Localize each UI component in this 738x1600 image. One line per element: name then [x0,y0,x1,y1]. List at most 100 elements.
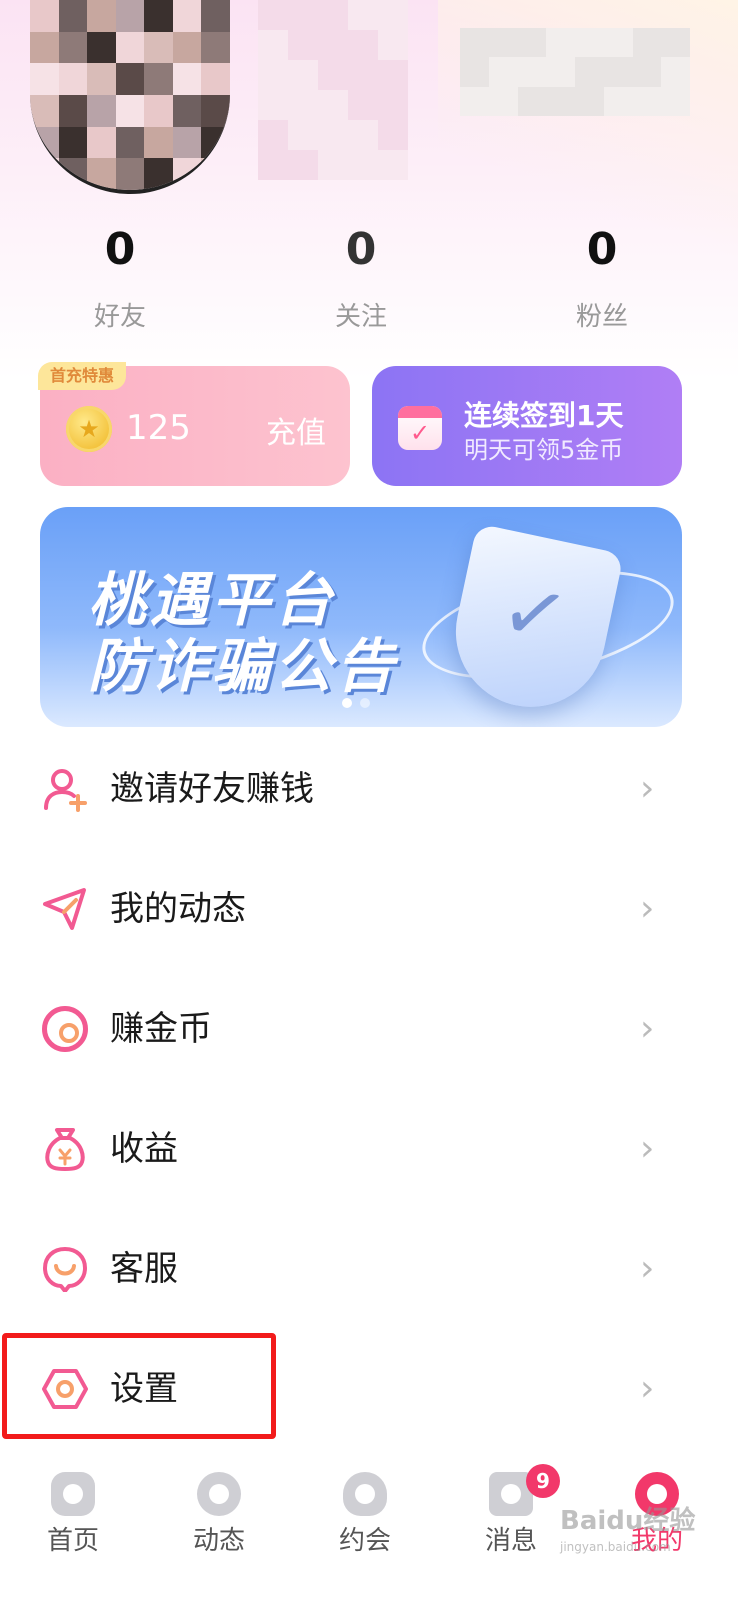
tab-home-label: 首页 [46,1526,99,1556]
pixel-block [488,28,518,58]
recharge-button[interactable]: 充值 [266,408,326,452]
pixel-block [87,31,116,64]
pixel-block [488,57,518,87]
pixel-block [348,150,378,180]
stat-fans[interactable]: 0 粉丝 [522,222,682,333]
pixel-block [318,0,348,30]
pixel-block [258,120,288,150]
pixel-block [87,126,116,159]
pixel-block [632,28,662,58]
banner-title-line2: 防诈骗公告 [88,632,399,700]
pixel-block [115,94,145,127]
pixel-block [115,158,145,190]
pixel-block [318,90,348,120]
recharge-card[interactable]: 首充特惠 125 充值 [38,362,350,486]
stats-row: 0 好友 0 关注 0 粉丝 [0,222,738,342]
stat-following-label: 关注 [334,302,387,332]
stat-fans-count: 0 [586,224,618,275]
pixel-block [348,0,378,30]
first-recharge-tag: 首充特惠 [38,362,127,390]
menu-item-invite[interactable]: 邀请好友赚钱 › [0,728,738,848]
pixel-block [258,150,288,180]
pixel-block [318,30,348,60]
pixel-block [348,60,378,90]
pixel-block [460,57,489,87]
menu-label-earn-coins: 赚金币 [110,1009,212,1049]
coin-ring-icon [42,1006,88,1052]
invite-user-icon [44,769,87,812]
chevron-right-icon: › [640,768,655,809]
shield-check-icon [441,523,625,721]
pixel-block [460,28,489,58]
calendar-icon [398,406,442,450]
pixel-block [58,0,88,32]
stat-fans-label: 粉丝 [575,302,628,332]
pixel-block [288,120,318,150]
money-bag-icon [45,1128,85,1172]
carousel-dots [342,693,378,712]
coin-icon [66,406,112,452]
pixel-block [115,0,145,32]
pixel-block [378,120,408,150]
pixel-block [517,28,547,58]
stat-following[interactable]: 0 关注 [281,222,441,333]
anti-fraud-banner[interactable]: 桃遇平台 防诈骗公告 [40,507,682,727]
stat-following-count: 0 [345,224,377,275]
menu-label-customer-service: 客服 [110,1249,178,1289]
pixel-block [632,86,662,116]
pixel-block [546,57,575,87]
pixel-block [201,0,230,32]
pixel-block [661,57,690,87]
pixel-block [87,94,116,127]
pixel-block [348,30,378,60]
pixel-block [172,126,202,159]
customer-service-icon [43,1247,87,1292]
pixel-block [603,28,633,58]
pixel-block [201,63,230,95]
pixel-block [58,94,88,127]
menu-item-customer-service[interactable]: 客服 › [0,1208,738,1328]
menu-item-earn-coins[interactable]: 赚金币 › [0,968,738,1088]
menu-item-my-posts[interactable]: 我的动态 › [0,848,738,968]
pixel-block [488,86,518,116]
pixel-block [546,86,575,116]
menu-label-earnings: 收益 [110,1129,178,1169]
pixel-block [30,94,59,127]
pixel-block [460,86,489,116]
settings-highlight-box [2,1333,276,1439]
pixel-block [258,0,288,30]
home-icon [51,1472,95,1516]
pixel-block [575,28,604,58]
pixel-block [30,63,59,95]
tab-home[interactable]: 首页 [0,1452,146,1600]
pixel-block [58,31,88,64]
pixel-block [115,31,145,64]
tab-dating[interactable]: 约会 [292,1452,438,1600]
pixel-block [517,86,547,116]
pixel-block [258,90,288,120]
tab-feed[interactable]: 动态 [146,1452,292,1600]
pixel-block [632,57,662,87]
signin-subtitle: 明天可领5金币 [464,436,624,464]
heart-icon [343,1472,387,1516]
pixel-block [661,28,690,58]
pixel-block [144,158,173,190]
pixel-block [87,158,116,190]
chevron-right-icon: › [640,1008,655,1049]
pixel-block [348,90,378,120]
menu-label-my-posts: 我的动态 [110,889,246,929]
signin-card[interactable]: 连续签到1天 明天可领5金币 [372,366,682,486]
pixel-block [288,90,318,120]
pixel-block [546,28,575,58]
pixel-block [348,120,378,150]
menu-item-earnings[interactable]: 收益 › [0,1088,738,1208]
pixel-block [517,57,547,87]
pixel-block [30,0,59,32]
avatar[interactable] [30,0,230,194]
pixel-block [144,0,173,32]
pixel-block [378,90,408,120]
tab-feed-label: 动态 [192,1526,245,1556]
pixel-block [58,63,88,95]
stat-friends[interactable]: 0 好友 [40,222,200,333]
pixel-block [288,30,318,60]
